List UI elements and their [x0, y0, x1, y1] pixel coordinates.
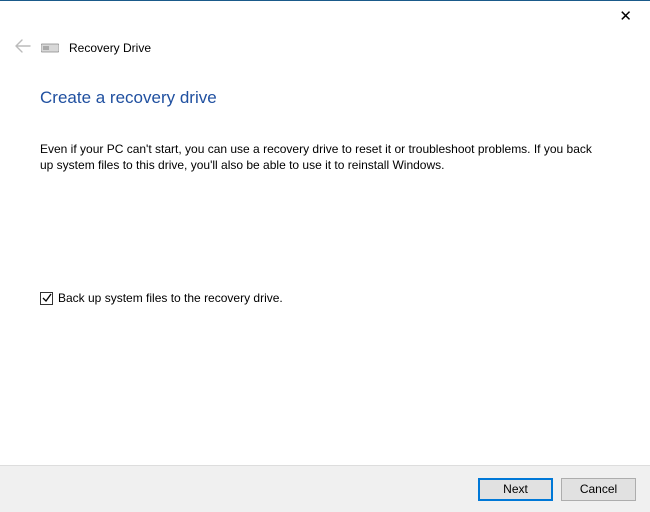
page-description: Even if your PC can't start, you can use… — [40, 141, 595, 173]
recovery-drive-dialog: ✕ Recovery Drive Create a recovery drive… — [0, 0, 650, 512]
next-button[interactable]: Next — [478, 478, 553, 501]
page-title: Create a recovery drive — [40, 88, 217, 108]
cancel-button[interactable]: Cancel — [561, 478, 636, 501]
drive-icon — [41, 43, 59, 53]
back-arrow-icon[interactable] — [15, 39, 31, 57]
header-title: Recovery Drive — [69, 41, 151, 55]
backup-checkbox[interactable] — [40, 292, 53, 305]
backup-checkbox-row: Back up system files to the recovery dri… — [40, 291, 283, 305]
close-icon[interactable]: ✕ — [619, 9, 632, 24]
dialog-footer: Next Cancel — [0, 465, 650, 512]
dialog-header: Recovery Drive — [15, 39, 151, 57]
backup-checkbox-label: Back up system files to the recovery dri… — [58, 291, 283, 305]
